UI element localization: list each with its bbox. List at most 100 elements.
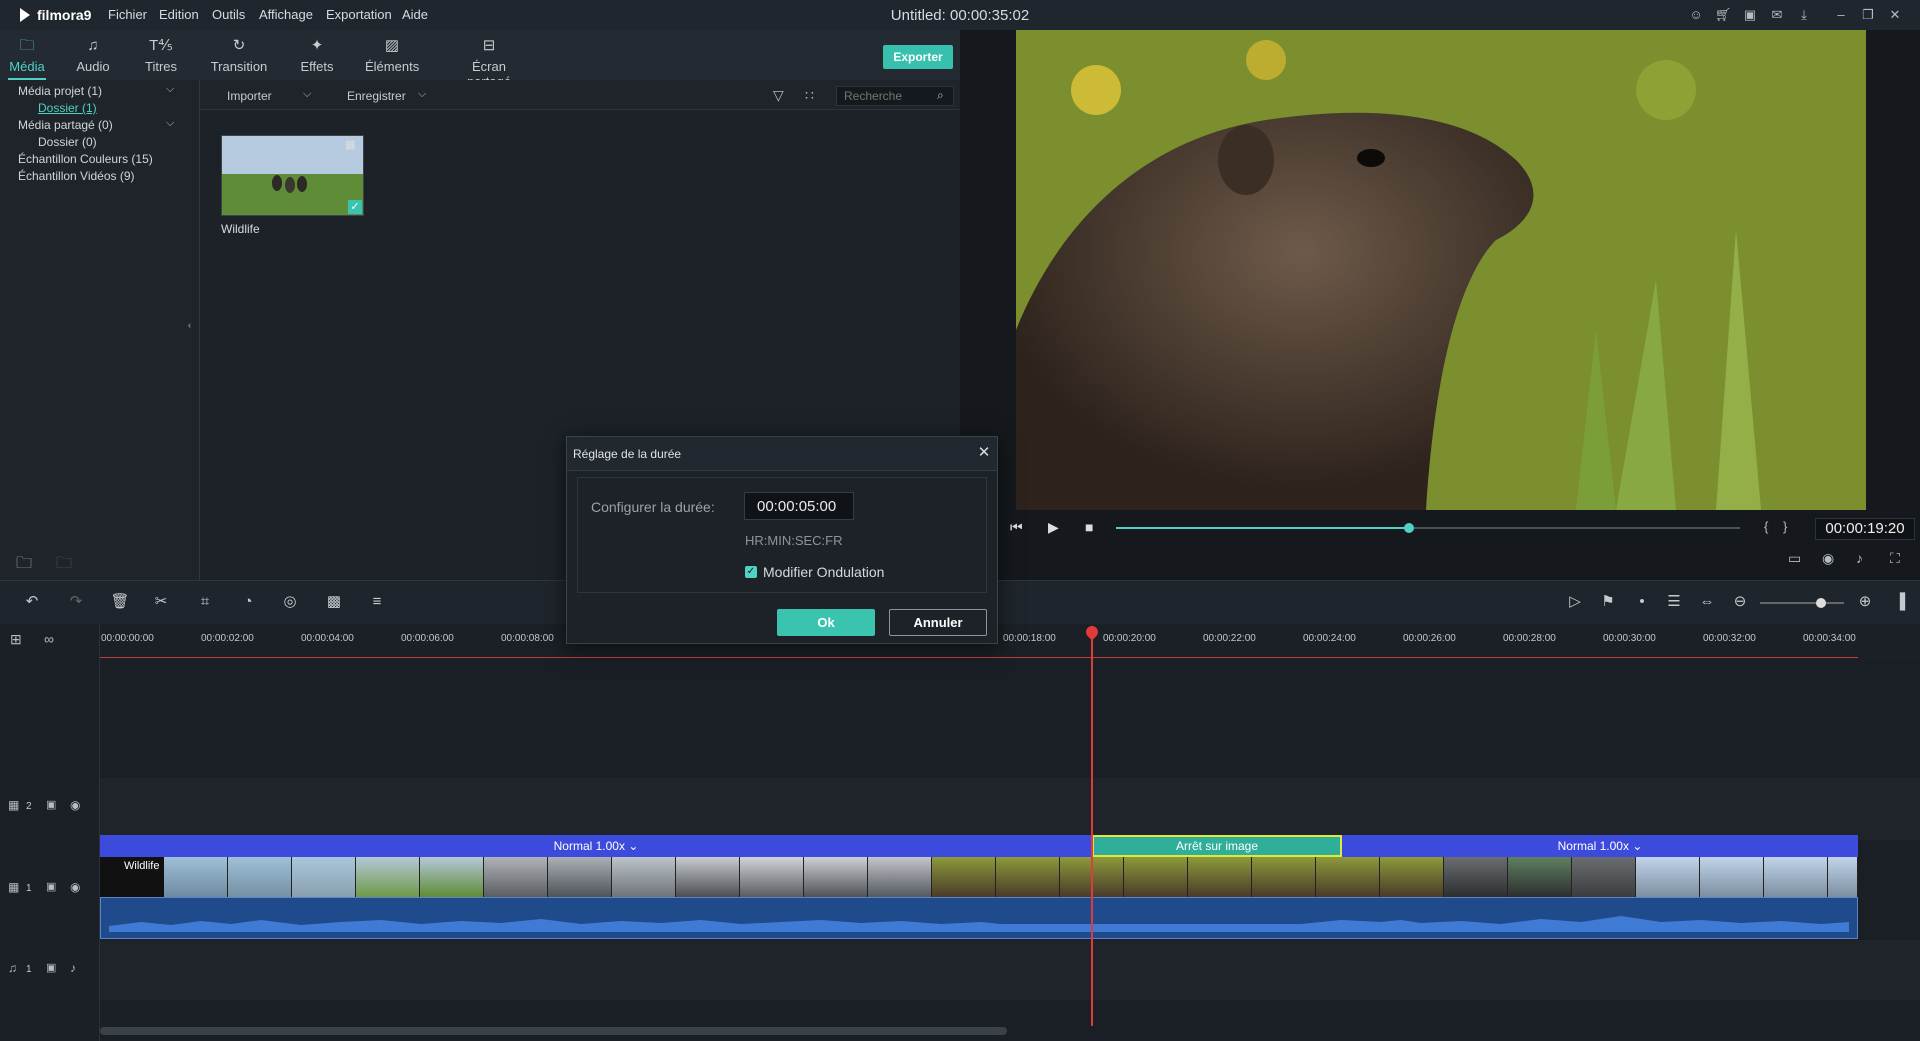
zoom-slider[interactable] (1760, 598, 1844, 608)
save-icon[interactable]: ▣ (1741, 6, 1759, 24)
track-a1-row[interactable] (100, 940, 1920, 1000)
account-icon[interactable]: ☺ (1687, 6, 1705, 24)
link-icon[interactable]: ∞ (44, 631, 54, 647)
tree-dossier-0[interactable]: Dossier (0) (38, 134, 97, 151)
eye-icon[interactable]: ◉ (70, 880, 80, 894)
tree-echantillon-videos[interactable]: Échantillon Vidéos (9) (18, 168, 135, 185)
restore-icon[interactable]: ❐ (1859, 6, 1877, 24)
panel-toggle-icon[interactable]: ▐ (1890, 592, 1910, 612)
cut-icon[interactable]: ✂ (151, 592, 171, 612)
tree-media-partage[interactable]: Média partagé (0) (18, 117, 113, 134)
render-preview-icon[interactable]: ▭ (1788, 550, 1801, 567)
wildlife-thumbnail-image (222, 136, 363, 215)
tab-audio[interactable]: ♫ Audio (73, 30, 113, 80)
playhead[interactable] (1083, 623, 1101, 1026)
chevron-down-icon[interactable]: ⌵ (166, 83, 174, 96)
chevron-down-icon[interactable]: ⌄ (628, 839, 638, 853)
clip-frame (1828, 857, 1858, 897)
preview-scrubber-knob[interactable] (1404, 523, 1414, 533)
crop-icon[interactable]: ⌗ (195, 592, 215, 612)
mark-out-icon[interactable]: } (1783, 519, 1787, 534)
lock-icon[interactable]: ▣ (46, 880, 56, 893)
snapshot-icon[interactable]: ◉ (1822, 550, 1834, 567)
tab-titres[interactable]: T⅘ Titres (141, 30, 181, 80)
render-icon[interactable]: ▷ (1565, 592, 1585, 612)
media-tree-panel: Média projet (1) ⌵ Dossier (1) Média par… (0, 80, 200, 580)
segment-speed-label: Normal 1.00x (553, 839, 625, 853)
audio-mixer-icon[interactable]: ☰ (1664, 592, 1684, 612)
track-v2-row[interactable] (100, 778, 1920, 840)
cancel-button[interactable]: Annuler (889, 609, 987, 636)
redo-icon[interactable]: ↷ (66, 592, 86, 612)
adjust-icon[interactable]: ≡ (367, 592, 387, 612)
import-button[interactable]: Importer (227, 89, 272, 103)
play-icon[interactable]: ▶ (1048, 519, 1059, 536)
import-dropdown-icon[interactable]: ⌵ (303, 88, 311, 101)
dialog-title: Réglage de la durée (573, 447, 682, 461)
tree-media-projet[interactable]: Média projet (1) (18, 83, 102, 100)
speaker-icon[interactable]: ♪ (70, 961, 76, 975)
tab-transition[interactable]: ↻ Transition (208, 30, 270, 80)
tab-effets[interactable]: ✦ Effets (297, 30, 337, 80)
delete-icon[interactable]: 🗑︎ (110, 592, 130, 612)
zoom-out-icon[interactable]: ⊖ (1730, 592, 1750, 612)
ripple-label[interactable]: Modifier Ondulation (763, 564, 884, 580)
tab-elements[interactable]: ▨ Éléments (365, 30, 419, 80)
new-folder-icon[interactable]: 🗀︎ (16, 552, 32, 579)
preview-scrubber[interactable] (1116, 523, 1740, 533)
marker-icon[interactable]: ⚑ (1598, 592, 1618, 612)
chevron-down-icon[interactable]: ⌵ (166, 117, 174, 130)
clip-frame (356, 857, 420, 897)
color-icon[interactable]: ◎ (280, 592, 300, 612)
tab-titres-label: Titres (144, 59, 178, 74)
eye-icon[interactable]: ◉ (70, 798, 80, 812)
fullscreen-icon[interactable]: ⛶ (1890, 550, 1900, 567)
timeline-scrollbar[interactable] (100, 1027, 1007, 1035)
zoom-slider-knob[interactable] (1816, 598, 1826, 608)
close-window-icon[interactable]: ✕ (1886, 6, 1904, 24)
clip-segment-normal-1[interactable]: Normal 1.00x ⌄ (100, 835, 1092, 857)
ok-button[interactable]: Ok (777, 609, 875, 636)
add-track-icon[interactable]: ⊞ (10, 631, 22, 648)
download-icon[interactable]: ⤓ (1795, 6, 1813, 24)
tree-echantillon-couleurs[interactable]: Échantillon Couleurs (15) (18, 151, 153, 168)
video-track-icon: ▦ (8, 798, 20, 812)
record-dropdown-icon[interactable]: ⌵ (418, 88, 426, 101)
audio-waveform[interactable] (100, 897, 1858, 939)
speed-icon[interactable]: ◔ (238, 592, 258, 612)
close-icon[interactable]: ✕ (975, 444, 993, 462)
mark-in-icon[interactable]: { (1764, 519, 1768, 534)
lock-icon[interactable]: ▣ (46, 961, 56, 974)
lock-icon[interactable]: ▣ (46, 798, 56, 811)
tab-media[interactable]: 🗀︎ Média (8, 30, 46, 80)
delete-folder-icon[interactable]: 🗀︎ (56, 552, 72, 579)
minimize-icon[interactable]: – (1832, 6, 1850, 24)
export-button[interactable]: Exporter (883, 45, 953, 69)
clip-segment-normal-2[interactable]: Normal 1.00x ⌄ (1342, 835, 1858, 857)
video-clip-wildlife[interactable]: Wildlife (100, 857, 1858, 897)
cart-icon[interactable]: 🛒︎ (1714, 6, 1732, 24)
media-thumbnail-wildlife[interactable] (221, 135, 364, 216)
clip-segment-freeze-frame[interactable]: Arrêt sur image (1092, 835, 1342, 857)
mail-icon[interactable]: ✉ (1768, 6, 1786, 24)
chevron-down-icon[interactable]: ⌄ (1632, 839, 1642, 853)
volume-icon[interactable]: ♪ (1856, 550, 1863, 566)
duration-input[interactable] (744, 492, 854, 520)
tab-ecran-partage[interactable]: ⊟ Écran partagé (449, 30, 529, 90)
filter-icon[interactable]: ▽ (773, 87, 784, 104)
search-icon[interactable]: ⌕ (937, 88, 944, 103)
collapse-panel-icon[interactable]: ‹ (188, 320, 191, 330)
ripple-checkbox[interactable]: ✓ (745, 566, 757, 578)
snap-icon[interactable]: ⇔ (1697, 592, 1717, 612)
microphone-icon[interactable]: • (1632, 592, 1652, 612)
zoom-in-icon[interactable]: ⊕ (1855, 592, 1875, 612)
duration-label: Configurer la durée: (591, 499, 715, 515)
grid-view-icon[interactable]: ∷ (805, 87, 814, 104)
record-button[interactable]: Enregistrer (347, 89, 406, 103)
clip-frame (1124, 857, 1188, 897)
step-back-icon[interactable]: ⏮︎ (1010, 519, 1023, 536)
undo-icon[interactable]: ↶ (22, 592, 42, 612)
stop-icon[interactable]: ■ (1085, 519, 1093, 535)
green-screen-icon[interactable]: ▩ (324, 592, 344, 612)
tree-dossier-1[interactable]: Dossier (1) (38, 100, 97, 117)
